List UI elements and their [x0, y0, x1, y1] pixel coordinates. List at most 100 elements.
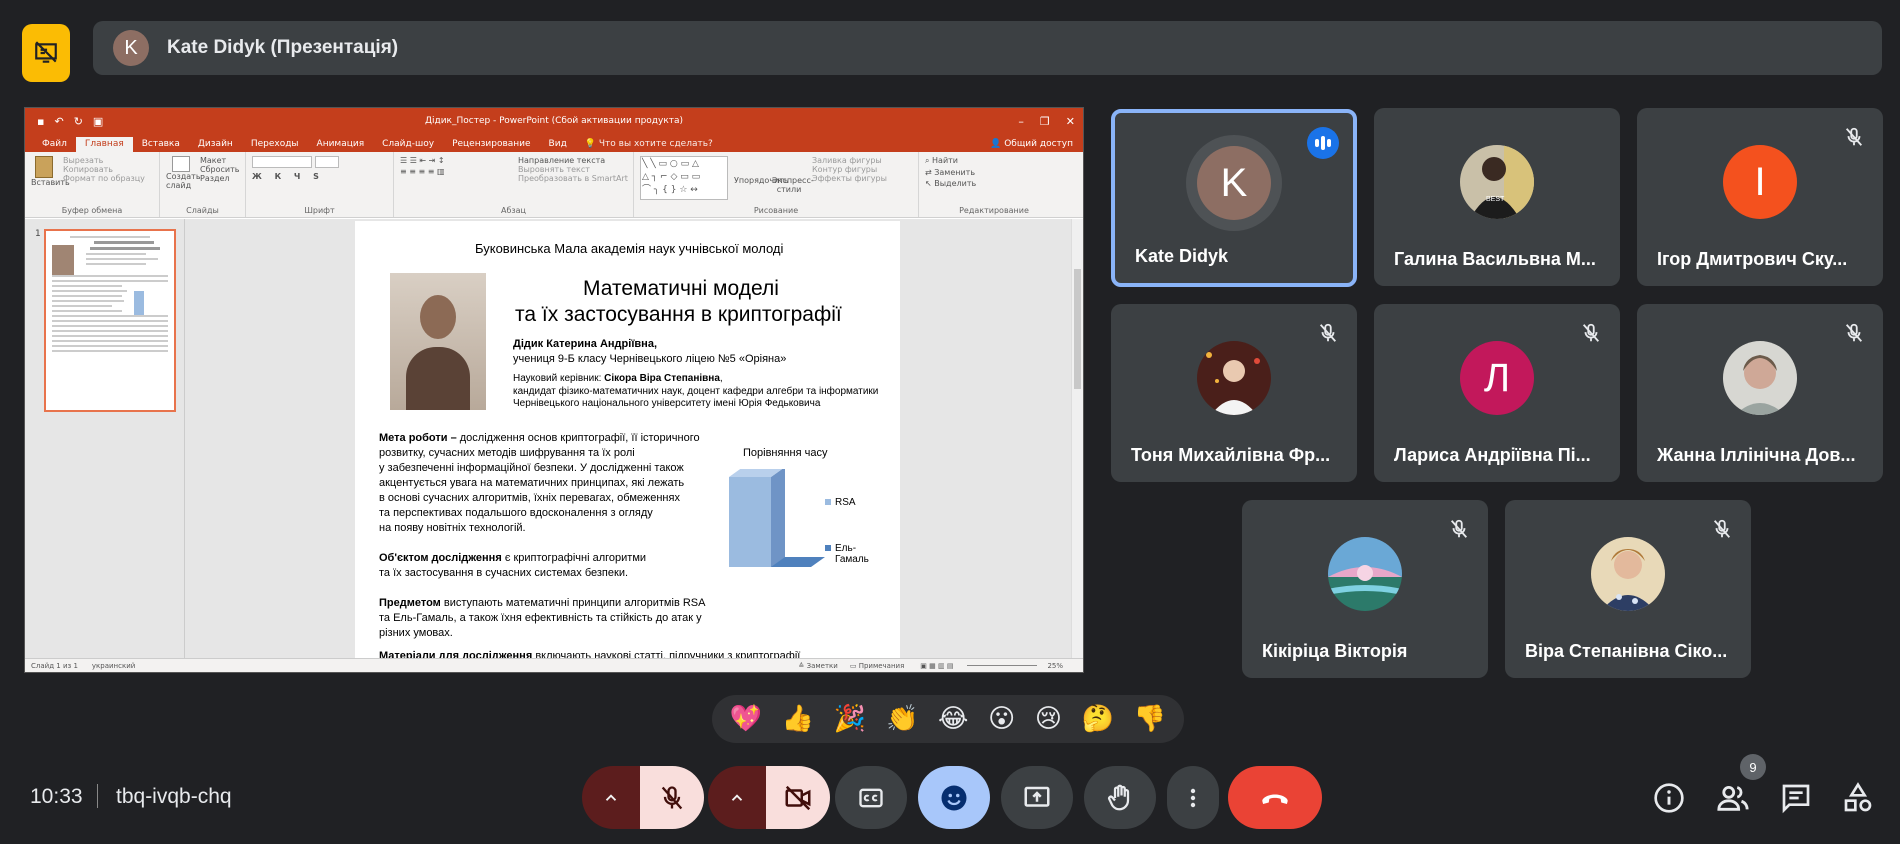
slide-pupil: учениця 9-Б класу Чернівецького ліцею №5…	[513, 353, 787, 365]
ribbon-group-slides: Создать слайд Макет Сбросить Раздел Слай…	[160, 152, 246, 217]
participant-name: Kate Didyk	[1135, 246, 1229, 266]
microphone-off-icon	[1313, 318, 1343, 348]
microphone-off-icon	[1576, 318, 1606, 348]
chevron-up-icon	[605, 793, 617, 801]
slide-canvas: Буковинська Мала академія наук учнівсько…	[355, 221, 900, 658]
participant-tile[interactable]: Віра Степанівна Сіко...	[1505, 500, 1751, 678]
participant-tile[interactable]: I Ігор Дмитрович Ску...	[1637, 108, 1883, 286]
vertical-scrollbar	[1071, 219, 1083, 658]
speaking-indicator-icon	[1307, 127, 1339, 159]
microphone-off-icon	[1839, 318, 1869, 348]
slide-degree-line2: Чернівецького національного університету…	[513, 398, 821, 409]
select-button: ↖ Выделить	[925, 179, 977, 188]
reaction-clap[interactable]: 👏	[886, 706, 918, 732]
svg-text:BEST: BEST	[1486, 196, 1505, 203]
reaction-laugh[interactable]: 😂	[938, 706, 968, 732]
view-icons: ▣ ▦ ▥ ▤	[920, 661, 954, 670]
legend-swatch	[825, 499, 831, 506]
chat-button[interactable]	[1776, 778, 1816, 818]
presentation-banner: K Kate Didyk (Презентація)	[93, 21, 1882, 75]
ribbon-group-font: Ж К Ч S Шрифт	[246, 152, 394, 217]
chart-bar-rsa	[729, 477, 771, 567]
more-vertical-icon	[1190, 788, 1196, 807]
microphone-off-icon	[1707, 514, 1737, 544]
divider	[97, 784, 98, 808]
group-label: Шрифт	[304, 206, 335, 215]
audio-options-button[interactable]	[582, 766, 640, 829]
tab-review: Рецензирование	[452, 139, 531, 149]
photo-avatar	[1591, 537, 1665, 611]
camera-toggle-button[interactable]	[766, 766, 830, 829]
slide-materials: Матеріали для дослідження включають наук…	[379, 650, 801, 658]
group-label: Абзац	[500, 206, 526, 215]
participant-avatar: Л	[1460, 341, 1534, 415]
participant-tile[interactable]: Кікіріца Вікторія	[1242, 500, 1488, 678]
more-options-button[interactable]	[1167, 766, 1219, 829]
people-button[interactable]	[1713, 778, 1753, 818]
ribbon-group-editing: ⌕ Найти ⇄ Заменить ↖ Выделить Редактиров…	[919, 152, 1069, 217]
reaction-thumbs-down[interactable]: 👎	[1134, 706, 1166, 732]
comparison-chart	[729, 469, 825, 567]
reaction-heart[interactable]: 💖	[730, 706, 762, 732]
video-options-button[interactable]	[708, 766, 766, 829]
participant-name: Галина Васильвна М...	[1394, 249, 1596, 269]
arrange-button: Упорядочить	[734, 176, 789, 185]
group-label: Слайды	[186, 206, 219, 215]
photo-avatar	[1328, 537, 1402, 611]
reaction-sad[interactable]: 😢	[1035, 706, 1062, 732]
zoom-level: 25%	[1047, 661, 1063, 670]
paste-icon	[35, 156, 53, 178]
reset-button: Сбросить	[200, 165, 240, 174]
replace-button: ⇄ Заменить	[925, 168, 976, 177]
present-now-button[interactable]	[1001, 766, 1073, 829]
slide-author: Дідик Катерина Андріївна,	[513, 338, 657, 350]
participant-tile[interactable]: K Kate Didyk	[1111, 109, 1357, 287]
tab-insert: Вставка	[141, 139, 180, 149]
select-icon: ↖	[925, 179, 932, 188]
closed-captions-icon	[859, 788, 883, 807]
section-button: Раздел	[200, 174, 230, 183]
participant-tile[interactable]: Л Лариса Андріївна Пі...	[1374, 304, 1620, 482]
slide-degree-line1: кандидат фізико-математичних наук, доцен…	[513, 386, 879, 397]
minimize-icon: –	[1018, 114, 1024, 128]
reaction-thumbs-up[interactable]: 👍	[782, 706, 814, 732]
raise-hand-button[interactable]	[1084, 766, 1156, 829]
zoom-slider	[967, 665, 1038, 666]
participant-name: Лариса Андріївна Пі...	[1394, 445, 1591, 465]
share-button: 👤 Общий доступ	[990, 139, 1073, 149]
slide-thumbnail	[44, 229, 176, 412]
tab-animations: Анимация	[316, 139, 365, 149]
powerpoint-workspace: 1 Буковинська Мала академія наук учнівсь…	[25, 219, 1083, 658]
tell-me-search: 💡 Что вы хотите сделать?	[584, 139, 713, 149]
slide-counter: Слайд 1 из 1	[31, 661, 78, 670]
presentation-toggle-button[interactable]	[22, 24, 70, 82]
participant-tile[interactable]: BEST Галина Васильвна М...	[1374, 108, 1620, 286]
slide-supervisor: Науковий керівник: Сікора Віра Степанівн…	[513, 373, 723, 384]
participant-tile[interactable]: Жанна Іллінічна Дов...	[1637, 304, 1883, 482]
replace-icon: ⇄	[925, 168, 932, 177]
participant-name: Ігор Дмитрович Ску...	[1657, 249, 1848, 269]
participant-avatar	[1197, 341, 1271, 415]
powerpoint-titlebar: ▪ ↶ ↻ ▣ Дідик_Постер - PowerPoint (Сбой …	[25, 108, 1083, 134]
lightbulb-icon: 💡	[584, 139, 597, 149]
participant-avatar	[1723, 341, 1797, 415]
reaction-surprised[interactable]: 😮	[988, 706, 1015, 732]
presentation-off-icon	[35, 41, 57, 63]
group-label: Редактирование	[959, 206, 1029, 215]
participant-name: Віра Степанівна Сіко...	[1525, 641, 1728, 661]
microphone-toggle-button[interactable]	[640, 766, 704, 829]
reaction-thinking[interactable]: 🤔	[1082, 706, 1114, 732]
meeting-details-button[interactable]	[1649, 778, 1689, 818]
leave-call-button[interactable]	[1228, 766, 1322, 829]
slide-aim: Мета роботи – дослідження основ криптогр…	[379, 432, 700, 534]
paste-button: Вставить	[31, 178, 70, 187]
layout-button: Макет	[200, 156, 227, 165]
participant-tile[interactable]: Тоня Михайлівна Фр...	[1111, 304, 1357, 482]
microphone-off-icon	[1444, 514, 1474, 544]
captions-button[interactable]	[835, 766, 907, 829]
activities-button[interactable]	[1838, 778, 1878, 818]
microphone-control	[582, 766, 704, 829]
chevron-up-icon	[731, 793, 743, 801]
reactions-button[interactable]	[918, 766, 990, 829]
reaction-party[interactable]: 🎉	[834, 706, 866, 732]
